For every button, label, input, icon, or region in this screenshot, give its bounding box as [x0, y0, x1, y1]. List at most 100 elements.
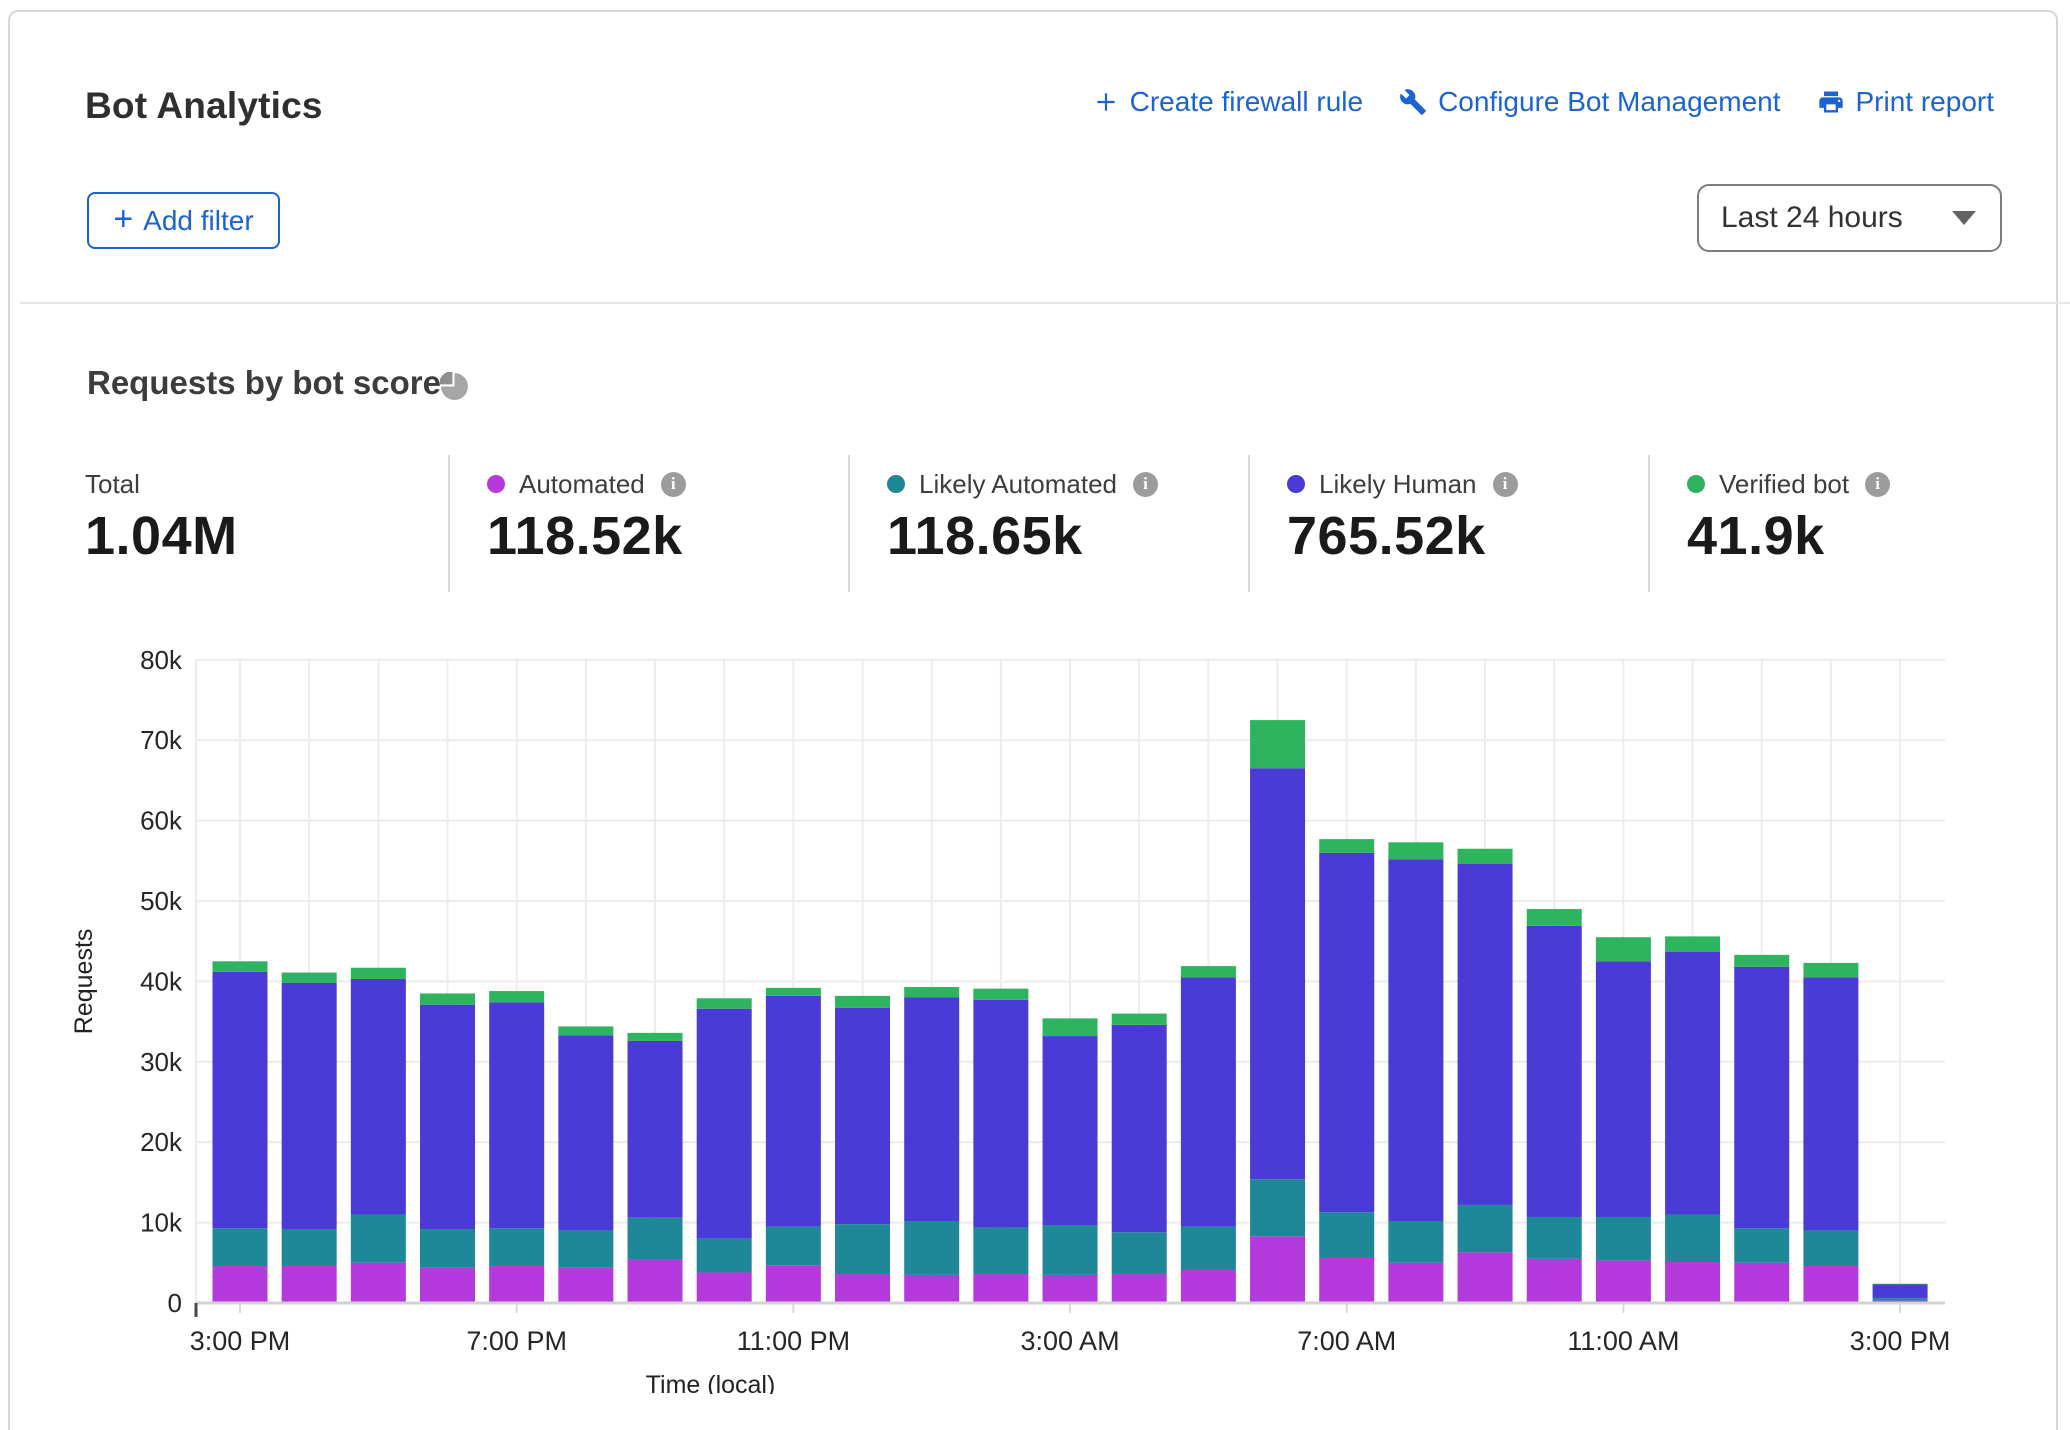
bar-segment-likely-automated[interactable]: [628, 1218, 683, 1260]
bar-segment-verified-bot[interactable]: [282, 973, 337, 983]
bar-segment-automated[interactable]: [1388, 1263, 1443, 1303]
info-icon[interactable]: i: [1493, 472, 1518, 497]
bar-segment-likely-human[interactable]: [1388, 859, 1443, 1221]
bar-segment-verified-bot[interactable]: [904, 987, 959, 997]
bar-segment-likely-automated[interactable]: [1319, 1212, 1374, 1258]
bar-segment-verified-bot[interactable]: [489, 991, 544, 1002]
bar-segment-verified-bot[interactable]: [1458, 849, 1513, 864]
bar-segment-likely-automated[interactable]: [1803, 1231, 1858, 1266]
bar-segment-verified-bot[interactable]: [1043, 1018, 1098, 1036]
bar-segment-verified-bot[interactable]: [973, 989, 1028, 1000]
bar-segment-likely-automated[interactable]: [558, 1231, 613, 1268]
bar-segment-likely-human[interactable]: [1319, 853, 1374, 1212]
bar-segment-likely-automated[interactable]: [1734, 1228, 1789, 1263]
bar-segment-likely-automated[interactable]: [1112, 1232, 1167, 1274]
bar-segment-automated[interactable]: [1458, 1252, 1513, 1303]
bar-segment-automated[interactable]: [351, 1263, 406, 1303]
bar-segment-automated[interactable]: [904, 1275, 959, 1303]
add-filter-button[interactable]: + Add filter: [87, 192, 280, 249]
bar-segment-likely-automated[interactable]: [1873, 1298, 1928, 1300]
bar-segment-verified-bot[interactable]: [351, 968, 406, 979]
bar-segment-likely-automated[interactable]: [1181, 1227, 1236, 1270]
configure-bot-management-link[interactable]: Configure Bot Management: [1399, 86, 1780, 118]
bar-segment-automated[interactable]: [1803, 1266, 1858, 1303]
bar-segment-automated[interactable]: [697, 1272, 752, 1303]
bar-segment-likely-human[interactable]: [697, 1009, 752, 1239]
bar-segment-likely-human[interactable]: [420, 1005, 475, 1229]
bar-segment-likely-human[interactable]: [1596, 961, 1651, 1217]
bar-segment-likely-human[interactable]: [1734, 967, 1789, 1228]
bar-segment-likely-human[interactable]: [1527, 926, 1582, 1217]
bar-segment-verified-bot[interactable]: [1112, 1014, 1167, 1025]
bar-segment-automated[interactable]: [1319, 1258, 1374, 1303]
info-icon[interactable]: i: [661, 472, 686, 497]
bar-segment-verified-bot[interactable]: [835, 996, 890, 1008]
bar-segment-verified-bot[interactable]: [628, 1033, 683, 1041]
bar-segment-automated[interactable]: [420, 1268, 475, 1303]
bar-segment-likely-automated[interactable]: [835, 1224, 890, 1274]
bar-segment-likely-automated[interactable]: [213, 1228, 268, 1266]
bar-segment-likely-automated[interactable]: [1665, 1215, 1720, 1262]
bar-segment-likely-human[interactable]: [835, 1008, 890, 1224]
bar-segment-likely-human[interactable]: [1458, 864, 1513, 1205]
bar-segment-likely-human[interactable]: [351, 979, 406, 1215]
bar-segment-verified-bot[interactable]: [1665, 936, 1720, 951]
bar-segment-likely-human[interactable]: [282, 983, 337, 1229]
bar-segment-likely-human[interactable]: [1250, 768, 1305, 1179]
bar-segment-verified-bot[interactable]: [697, 998, 752, 1008]
bar-segment-automated[interactable]: [1665, 1262, 1720, 1303]
bar-segment-automated[interactable]: [973, 1274, 1028, 1303]
bar-segment-likely-automated[interactable]: [351, 1215, 406, 1263]
bar-segment-likely-automated[interactable]: [1596, 1217, 1651, 1260]
bar-segment-likely-human[interactable]: [1043, 1036, 1098, 1225]
bar-segment-automated[interactable]: [1527, 1259, 1582, 1303]
info-icon[interactable]: i: [1865, 472, 1890, 497]
info-icon[interactable]: i: [1133, 472, 1158, 497]
bar-segment-verified-bot[interactable]: [213, 961, 268, 971]
bar-segment-likely-human[interactable]: [1803, 977, 1858, 1230]
bar-segment-verified-bot[interactable]: [558, 1026, 613, 1035]
bar-segment-automated[interactable]: [1250, 1236, 1305, 1303]
bar-segment-likely-automated[interactable]: [904, 1221, 959, 1275]
bar-segment-verified-bot[interactable]: [1319, 839, 1374, 853]
bar-segment-automated[interactable]: [1734, 1263, 1789, 1303]
bar-segment-likely-human[interactable]: [1665, 952, 1720, 1215]
bar-segment-likely-human[interactable]: [1873, 1285, 1928, 1299]
create-firewall-rule-link[interactable]: Create firewall rule: [1093, 86, 1363, 118]
bar-segment-verified-bot[interactable]: [1596, 937, 1651, 961]
bar-segment-verified-bot[interactable]: [1181, 966, 1236, 977]
bar-segment-verified-bot[interactable]: [1873, 1284, 1928, 1285]
bar-segment-automated[interactable]: [213, 1266, 268, 1303]
bar-segment-likely-automated[interactable]: [697, 1239, 752, 1273]
bar-segment-likely-automated[interactable]: [1527, 1217, 1582, 1259]
bar-segment-automated[interactable]: [835, 1274, 890, 1303]
bar-segment-likely-human[interactable]: [1112, 1025, 1167, 1232]
bar-segment-automated[interactable]: [766, 1265, 821, 1303]
bar-segment-likely-automated[interactable]: [282, 1229, 337, 1266]
bar-segment-verified-bot[interactable]: [420, 993, 475, 1004]
bar-segment-likely-automated[interactable]: [1458, 1205, 1513, 1252]
bar-segment-likely-human[interactable]: [628, 1041, 683, 1218]
bar-segment-verified-bot[interactable]: [766, 988, 821, 996]
time-range-select[interactable]: Last 24 hours: [1697, 184, 2002, 252]
bar-segment-verified-bot[interactable]: [1250, 720, 1305, 768]
bar-segment-verified-bot[interactable]: [1803, 963, 1858, 977]
bar-segment-verified-bot[interactable]: [1388, 842, 1443, 859]
bar-segment-verified-bot[interactable]: [1527, 909, 1582, 926]
bar-segment-likely-human[interactable]: [558, 1035, 613, 1230]
bar-segment-automated[interactable]: [282, 1266, 337, 1303]
bar-segment-automated[interactable]: [489, 1266, 544, 1303]
bar-segment-likely-human[interactable]: [213, 972, 268, 1228]
bar-segment-likely-automated[interactable]: [489, 1228, 544, 1266]
bar-segment-likely-human[interactable]: [904, 997, 959, 1221]
bar-segment-automated[interactable]: [1043, 1275, 1098, 1303]
bar-segment-likely-automated[interactable]: [1388, 1221, 1443, 1263]
bar-segment-likely-automated[interactable]: [973, 1227, 1028, 1274]
bar-segment-likely-automated[interactable]: [1043, 1225, 1098, 1275]
bar-segment-likely-human[interactable]: [1181, 977, 1236, 1226]
print-report-link[interactable]: Print report: [1817, 86, 1995, 118]
bar-segment-likely-automated[interactable]: [420, 1229, 475, 1268]
bar-segment-automated[interactable]: [1596, 1260, 1651, 1303]
bar-segment-likely-human[interactable]: [973, 1000, 1028, 1228]
bar-segment-automated[interactable]: [1112, 1274, 1167, 1303]
